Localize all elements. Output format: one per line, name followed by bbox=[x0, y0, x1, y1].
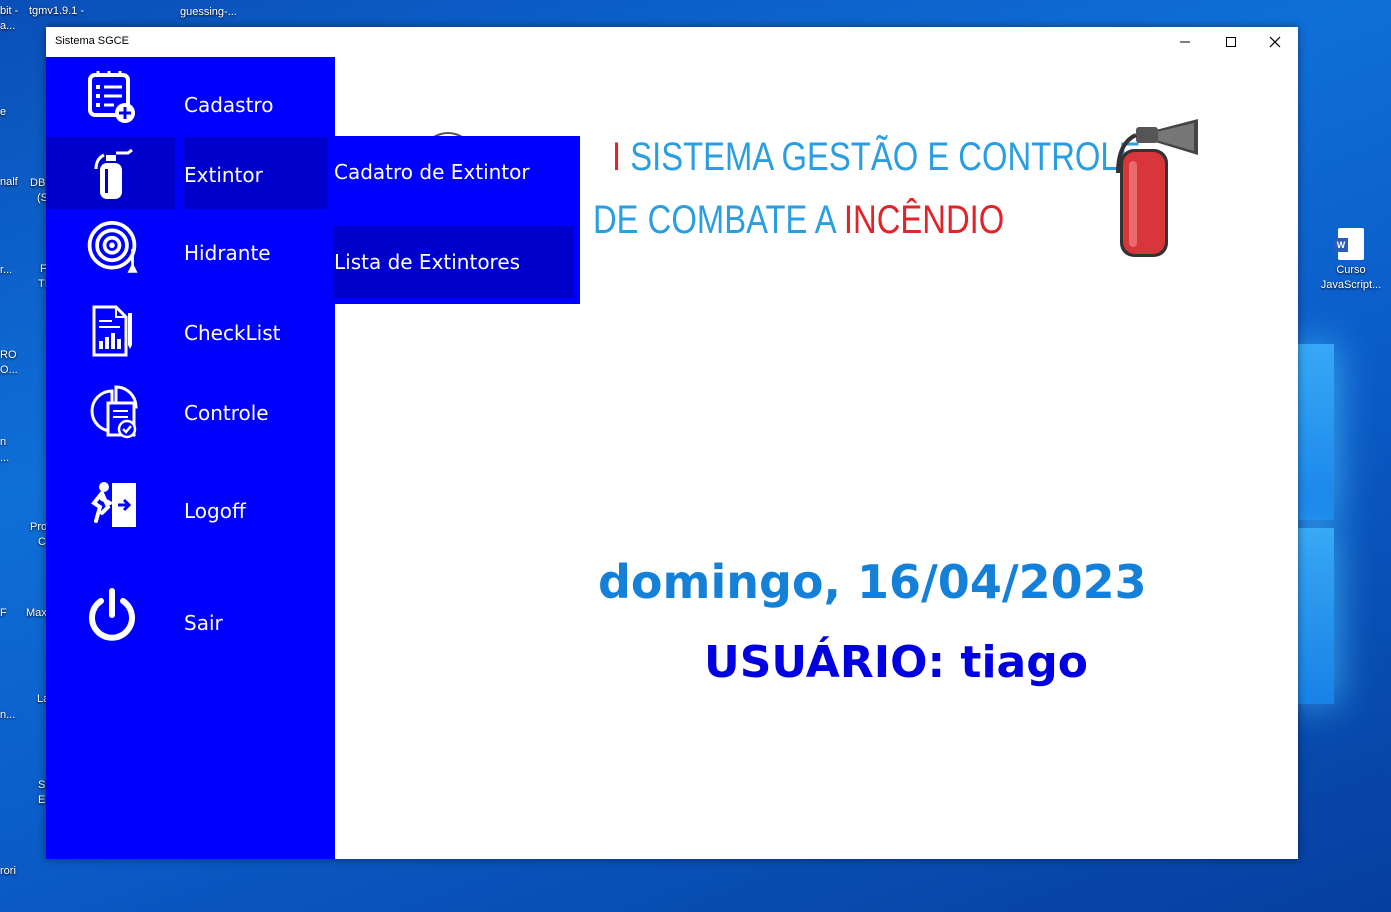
windows-logo-decoration bbox=[1298, 344, 1391, 704]
desktop-label[interactable]: Pro bbox=[30, 521, 47, 533]
extintor-submenu: Cadatro de Extintor Lista de Extintores bbox=[334, 136, 580, 304]
banner-line2-highlight: INCÊNDIO bbox=[843, 198, 1005, 242]
report-document-icon bbox=[92, 305, 132, 357]
sidebar-item-label: Controle bbox=[184, 401, 269, 425]
title-bar[interactable]: Sistema SGCE bbox=[46, 27, 1298, 57]
close-icon bbox=[1269, 36, 1281, 48]
current-user: USUÁRIO: tiago bbox=[704, 637, 1088, 688]
desktop-label[interactable]: bit - bbox=[0, 5, 18, 17]
desktop-label[interactable]: O... bbox=[0, 364, 18, 376]
banner-cut-letter: I bbox=[612, 135, 631, 179]
word-document-icon[interactable]: W bbox=[1334, 228, 1364, 260]
desktop-label[interactable]: ... bbox=[0, 452, 9, 464]
shortcut-label: Curso bbox=[1336, 264, 1366, 276]
banner-line1: SISTEMA GESTÃO E CONTROLE bbox=[630, 135, 1141, 179]
desktop-label[interactable]: DB bbox=[30, 177, 45, 189]
maximize-button[interactable] bbox=[1208, 27, 1254, 57]
sidebar-item-cadastro[interactable]: Cadastro bbox=[46, 59, 335, 131]
sidebar-item-label: Cadastro bbox=[184, 93, 274, 117]
minimize-button[interactable] bbox=[1162, 27, 1208, 57]
sidebar-item-logoff[interactable]: Logoff bbox=[46, 473, 335, 545]
app-window: Sistema SGCE Cadastro Extintor Hidrante … bbox=[46, 27, 1298, 859]
desktop-label[interactable]: a... bbox=[0, 20, 15, 32]
banner-subtitle: DE COMBATE A INCÊNDIO bbox=[593, 198, 1004, 243]
desktop-label[interactable]: nalf bbox=[0, 176, 18, 188]
desktop-label[interactable]: RO bbox=[0, 349, 17, 361]
sidebar-item-checklist[interactable]: CheckList bbox=[46, 297, 335, 369]
desktop-label[interactable]: guessing-... bbox=[180, 6, 237, 18]
sidebar-item-label: CheckList bbox=[184, 321, 281, 345]
chart-control-icon bbox=[90, 385, 138, 439]
desktop-label[interactable]: tgmv1.9.1 - bbox=[29, 5, 84, 17]
current-date: domingo, 16/04/2023 bbox=[598, 555, 1147, 609]
window-title: Sistema SGCE bbox=[55, 35, 129, 47]
submenu-item-lista-extintores[interactable]: Lista de Extintores bbox=[334, 226, 574, 298]
sidebar: Cadastro Extintor Hidrante CheckList Con… bbox=[46, 57, 335, 859]
desktop-label[interactable]: C bbox=[38, 536, 46, 548]
power-icon bbox=[89, 588, 135, 641]
desktop-label[interactable]: E bbox=[38, 794, 45, 806]
maximize-icon bbox=[1226, 37, 1236, 47]
desktop-label[interactable]: e bbox=[0, 106, 6, 118]
desktop-label[interactable]: n... bbox=[0, 709, 15, 721]
submenu-item-cadastro-extintor[interactable]: Cadatro de Extintor bbox=[334, 136, 574, 208]
shortcut-label: JavaScript... bbox=[1320, 279, 1382, 291]
fire-extinguisher-logo bbox=[1116, 119, 1198, 257]
desktop-label[interactable]: n bbox=[0, 436, 6, 448]
minimize-icon bbox=[1180, 41, 1190, 43]
sidebar-item-label: Hidrante bbox=[184, 241, 271, 265]
register-list-icon bbox=[88, 71, 135, 123]
sidebar-item-sair[interactable]: Sair bbox=[46, 585, 335, 657]
sidebar-item-controle[interactable]: Controle bbox=[46, 377, 335, 449]
sidebar-item-label: Sair bbox=[184, 611, 223, 635]
exit-door-icon bbox=[91, 482, 136, 527]
sidebar-item-hidrante[interactable]: Hidrante bbox=[46, 217, 335, 289]
desktop-label[interactable]: F bbox=[0, 607, 7, 619]
desktop-label[interactable]: r... bbox=[0, 264, 12, 276]
hydrant-hose-icon bbox=[87, 221, 138, 273]
sidebar-item-label: Extintor bbox=[184, 163, 263, 187]
sidebar-item-label: Logoff bbox=[184, 499, 246, 523]
banner-line2-prefix: DE COMBATE A bbox=[593, 198, 844, 242]
fire-extinguisher-icon bbox=[94, 148, 133, 199]
banner-title: I SISTEMA GESTÃO E CONTROLE bbox=[612, 135, 1141, 180]
submenu-item-label: Lista de Extintores bbox=[334, 250, 521, 274]
desktop-label[interactable]: rori bbox=[0, 865, 16, 877]
sidebar-item-extintor[interactable]: Extintor bbox=[46, 137, 335, 209]
submenu-item-label: Cadatro de Extintor bbox=[334, 160, 530, 184]
desktop-label[interactable]: Max bbox=[26, 607, 47, 619]
close-button[interactable] bbox=[1252, 27, 1298, 57]
